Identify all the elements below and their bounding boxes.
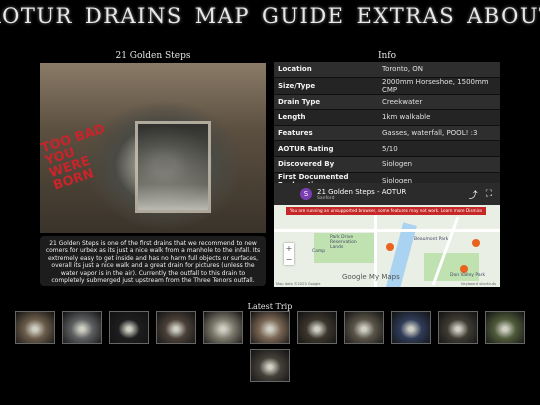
info-row: Location Toronto, ON	[274, 62, 500, 78]
info-value: Creekwater	[378, 94, 500, 111]
info-key: Discovered By	[274, 156, 378, 173]
info-table: Location Toronto, ON Size/Type 2000mm Horse…	[274, 62, 500, 190]
info-row: Length 1km walkable	[274, 109, 500, 126]
map-road	[274, 229, 500, 232]
nav-about[interactable]: ABOUT	[467, 4, 540, 28]
embedded-map[interactable]: S 21 Golden Steps - AOTUR Sanford ⤴ ⛶ Yo…	[274, 183, 500, 287]
trip-thumbnail[interactable]	[250, 311, 290, 344]
keyboard-shortcuts-link[interactable]: Keyboard shortcuts	[461, 282, 496, 286]
nav-map[interactable]: MAP	[195, 4, 250, 28]
nav-drains[interactable]: DRAINS	[85, 4, 183, 28]
map-title[interactable]: 21 Golden Steps - AOTUR	[317, 188, 406, 196]
info-key: Drain Type	[274, 94, 378, 111]
trip-thumbnail[interactable]	[344, 311, 384, 344]
nav-extras[interactable]: EXTRAS	[356, 4, 455, 28]
map-pin-icon[interactable]	[472, 239, 480, 247]
map-label: Park Drive Reservation Lands	[330, 235, 357, 250]
info-value: Siologen	[378, 156, 500, 173]
map-header: S 21 Golden Steps - AOTUR Sanford ⤴ ⛶	[274, 183, 500, 205]
trip-thumbnail[interactable]	[109, 311, 149, 344]
photo-graffiti: TOO BAD YOU WERE BORN	[40, 121, 108, 194]
info-row: AOTUR Rating 5/10	[274, 140, 500, 157]
nav-aotur[interactable]: AOTUR	[0, 4, 73, 28]
tunnel-opening	[135, 121, 211, 213]
drain-description: 21 Golden Steps is one of the first drai…	[40, 236, 266, 286]
zoom-control[interactable]: + −	[284, 243, 294, 265]
share-icon[interactable]: ⤴	[469, 188, 478, 201]
info-value: Gasses, waterfall, POOL! :3	[378, 125, 500, 142]
info-key: Location	[274, 62, 378, 78]
info-value: 1km walkable	[378, 109, 500, 126]
fullscreen-icon[interactable]: ⛶	[486, 189, 492, 199]
trip-thumbnail[interactable]	[438, 311, 478, 344]
map-label: Camp	[312, 249, 326, 254]
browser-warning[interactable]: You are running an unsupported browser, …	[286, 207, 486, 215]
info-row: Size/Type 2000mm Horseshoe, 1500mm CMP	[274, 77, 500, 95]
map-pin-icon[interactable]	[386, 243, 394, 251]
trip-thumbnail[interactable]	[391, 311, 431, 344]
latest-trip-title: Latest Trip	[247, 302, 293, 311]
info-key: AOTUR Rating	[274, 140, 378, 157]
info-key: Size/Type	[274, 77, 378, 95]
google-logo: Google My Maps	[342, 273, 400, 281]
main-nav: AOTUR DRAINS MAP GUIDE EXTRAS ABOUT	[0, 4, 540, 28]
map-attribution[interactable]: Map data ©2023 Google	[276, 282, 321, 286]
trip-thumbnail[interactable]	[15, 311, 55, 344]
trip-thumbnail[interactable]	[156, 311, 196, 344]
drain-photo[interactable]: TOO BAD YOU WERE BORN	[40, 63, 266, 233]
map-pin-icon[interactable]	[460, 265, 468, 273]
trip-thumbnail[interactable]	[485, 311, 525, 344]
trip-thumbnail[interactable]	[250, 349, 290, 382]
info-row: Discovered By Siologen	[274, 156, 500, 173]
info-row: Drain Type Creekwater	[274, 94, 500, 111]
info-key: Features	[274, 125, 378, 142]
drain-title: 21 Golden Steps	[115, 51, 191, 61]
map-subtitle: Sanford	[317, 195, 335, 201]
info-title: Info	[377, 51, 397, 61]
map-label: Don Valley Park	[450, 273, 486, 278]
map-avatar: S	[300, 188, 312, 200]
map-label: Beaumont Park	[414, 237, 449, 242]
info-value: 5/10	[378, 140, 500, 157]
info-row: Features Gasses, waterfall, POOL! :3	[274, 125, 500, 142]
nav-guide[interactable]: GUIDE	[262, 4, 344, 28]
info-key: Length	[274, 109, 378, 126]
trip-thumbnail[interactable]	[62, 311, 102, 344]
info-value: Toronto, ON	[378, 62, 500, 78]
trip-thumbnail[interactable]	[203, 311, 243, 344]
trip-thumbnail[interactable]	[297, 311, 337, 344]
info-value: 2000mm Horseshoe, 1500mm CMP	[378, 77, 500, 95]
